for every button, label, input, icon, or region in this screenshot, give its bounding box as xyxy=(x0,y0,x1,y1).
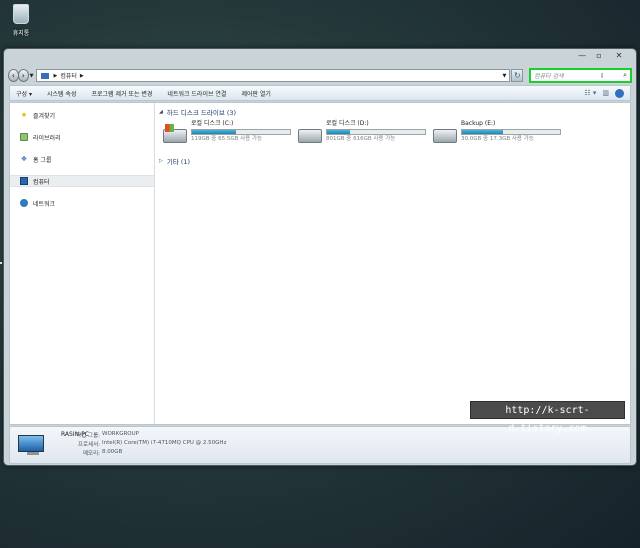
map-network-drive-button[interactable]: 네트워크 드라이브 연결 xyxy=(167,89,226,98)
breadcrumb-computer[interactable]: 컴퓨터 xyxy=(60,71,77,80)
recent-pages-dropdown[interactable]: ▼ xyxy=(30,73,34,79)
memory-label: 메모리: xyxy=(82,451,100,457)
recycle-bin[interactable]: 휴지통 xyxy=(6,4,36,37)
system-properties-button[interactable]: 시스템 속성 xyxy=(47,89,77,98)
computer-icon xyxy=(18,435,48,457)
workgroup-label: 작업 그룹: xyxy=(76,433,100,439)
processor-label: 프로세서: xyxy=(77,442,100,448)
nav-item-network[interactable]: 네트워크 xyxy=(10,197,154,209)
hdd-group-label: 하드 디스크 드라이브 (3) xyxy=(166,109,237,117)
memory-value: 8.00GB xyxy=(102,449,123,455)
computer-icon xyxy=(41,72,50,79)
collapse-triangle-icon[interactable]: ◢ xyxy=(159,109,163,115)
refresh-button[interactable]: ↻ xyxy=(511,69,524,82)
other-group-label: 기타 (1) xyxy=(166,158,191,166)
nav-item-label: 네트워크 xyxy=(33,200,56,208)
nav-item-label: 라이브러리 xyxy=(33,134,61,142)
desktop-edge-mark xyxy=(0,262,2,264)
nav-item-label: 컴퓨터 xyxy=(33,178,50,186)
system-drive-icon xyxy=(163,124,187,143)
watermark: http://k-scrt-d.tistory.com xyxy=(470,401,625,434)
library-icon xyxy=(20,133,28,141)
text-cursor-icon: I xyxy=(601,71,604,80)
drive-c[interactable]: 로컬 디스크 (C:) 119GB 중 65.5GB 사용 가능 xyxy=(163,120,298,150)
drive-name: 로컬 디스크 (C:) xyxy=(191,120,234,127)
usage-bar xyxy=(326,129,426,135)
hard-drive-icon xyxy=(433,129,457,143)
nav-item-label: 즐겨찾기 xyxy=(33,112,56,120)
nav-item-favorites[interactable]: ★ 즐겨찾기 xyxy=(10,109,154,121)
usage-bar xyxy=(191,129,291,135)
breadcrumb-chevron-icon[interactable]: ▶ xyxy=(80,73,84,79)
search-input[interactable]: 컴퓨터 검색 xyxy=(534,71,601,80)
organize-button[interactable]: 구성 ▾ xyxy=(16,89,32,98)
drive-name: 로컬 디스크 (D:) xyxy=(326,120,369,127)
address-dropdown-icon[interactable]: ▼ xyxy=(499,73,509,79)
drive-e[interactable]: Backup (E:) 30.0GB 중 17.3GB 사용 가능 xyxy=(433,120,568,150)
usage-bar xyxy=(461,129,561,135)
maximize-button[interactable]: ▫ xyxy=(591,51,607,62)
computer-icon xyxy=(20,177,28,185)
drive-free-space: 119GB 중 65.5GB 사용 가능 xyxy=(191,136,263,142)
nav-item-homegroup[interactable]: ❖ 홈 그룹 xyxy=(10,153,154,165)
hard-drive-icon xyxy=(298,129,322,143)
recycle-bin-label: 휴지통 xyxy=(12,30,30,37)
homegroup-icon: ❖ xyxy=(20,155,28,163)
search-box[interactable]: 컴퓨터 검색 I ⌕ xyxy=(529,68,632,83)
star-icon: ★ xyxy=(20,111,28,119)
usage-bar-fill xyxy=(327,130,350,134)
content-area: ★ 즐겨찾기 라이브러리 ❖ 홈 그룹 컴퓨터 네트워크 ◢ 하드 디스크 드라… xyxy=(9,102,631,425)
address-row: ‹ › ▼ ▶ 컴퓨터 ▶ ▼ ↻ 컴퓨터 검색 I ⌕ xyxy=(8,67,632,84)
drive-free-space: 801GB 중 616GB 사용 가능 xyxy=(326,136,396,142)
view-options-icon[interactable]: ☷ ▾ xyxy=(584,89,596,97)
breadcrumb-chevron-icon[interactable]: ▶ xyxy=(53,73,57,79)
drive-d[interactable]: 로컬 디스크 (D:) 801GB 중 616GB 사용 가능 xyxy=(298,120,433,150)
processor-value: Intel(R) Core(TM) i7-4710MQ CPU @ 2.50GH… xyxy=(102,440,227,446)
help-icon[interactable]: ? xyxy=(615,88,624,98)
expand-triangle-icon[interactable]: ▷ xyxy=(159,158,163,164)
address-bar[interactable]: ▶ 컴퓨터 ▶ ▼ xyxy=(36,69,511,82)
nav-item-computer[interactable]: 컴퓨터 xyxy=(10,175,154,187)
nav-item-libraries[interactable]: 라이브러리 xyxy=(10,131,154,143)
close-button[interactable]: ✕ xyxy=(608,51,630,62)
file-list: ◢ 하드 디스크 드라이브 (3) 로컬 디스크 (C:) 119GB 중 65… xyxy=(155,103,630,424)
forward-button[interactable]: › xyxy=(17,69,29,82)
preview-pane-icon[interactable]: ▥ xyxy=(602,89,609,97)
search-icon[interactable]: ⌕ xyxy=(623,71,627,80)
usage-bar-fill xyxy=(462,130,504,134)
memory-row: 메모리: 8.00GB xyxy=(72,449,122,457)
minimize-button[interactable]: — xyxy=(574,51,590,62)
drive-list: 로컬 디스크 (C:) 119GB 중 65.5GB 사용 가능 로컬 디스크 … xyxy=(159,120,630,150)
navigation-pane: ★ 즐겨찾기 라이브러리 ❖ 홈 그룹 컴퓨터 네트워크 xyxy=(10,103,155,424)
open-control-panel-button[interactable]: 제어판 열기 xyxy=(241,89,271,98)
processor-row: 프로세서: Intel(R) Core(TM) i7-4710MQ CPU @ … xyxy=(72,440,227,448)
uninstall-program-button[interactable]: 프로그램 제거 또는 변경 xyxy=(91,89,152,98)
nav-item-label: 홈 그룹 xyxy=(33,156,52,164)
title-bar[interactable]: — ▫ ✕ xyxy=(4,49,636,66)
hdd-group-header[interactable]: ◢ 하드 디스크 드라이브 (3) xyxy=(159,107,630,117)
command-bar: 구성 ▾ 시스템 속성 프로그램 제거 또는 변경 네트워크 드라이브 연결 제… xyxy=(9,85,631,101)
recycle-bin-icon xyxy=(13,4,29,24)
drive-name: Backup (E:) xyxy=(461,120,496,127)
drive-free-space: 30.0GB 중 17.3GB 사용 가능 xyxy=(461,136,534,142)
network-icon xyxy=(20,199,28,207)
other-group-header[interactable]: ▷ 기타 (1) xyxy=(159,156,630,166)
workgroup-value: WORKGROUP xyxy=(102,431,139,437)
workgroup-row: 작업 그룹: WORKGROUP xyxy=(72,431,139,439)
usage-bar-fill xyxy=(192,130,237,134)
